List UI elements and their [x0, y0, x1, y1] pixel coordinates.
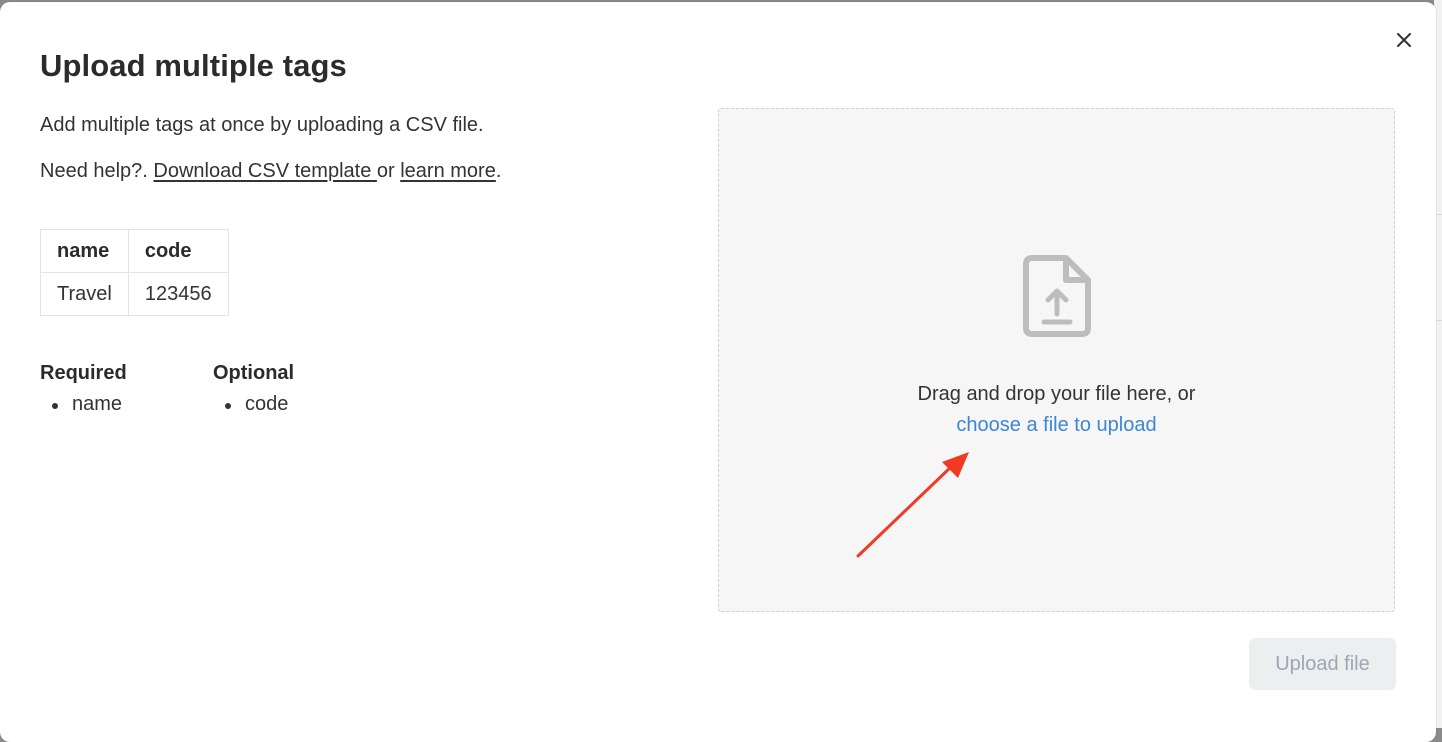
- list-item: code: [213, 393, 294, 416]
- file-dropzone[interactable]: Drag and drop your file here, or choose …: [718, 108, 1395, 612]
- upload-tags-modal: Upload multiple tags Add multiple tags a…: [0, 2, 1436, 742]
- table-header-row: name code: [40, 229, 229, 273]
- download-csv-template-link[interactable]: Download CSV template: [153, 160, 376, 182]
- upload-file-button[interactable]: Upload file: [1249, 638, 1396, 690]
- dropzone-text: Drag and drop your file here, or: [917, 383, 1196, 405]
- list-item: name: [40, 393, 127, 416]
- choose-file-link[interactable]: choose a file to upload: [719, 414, 1394, 437]
- optional-list: code: [213, 393, 294, 416]
- close-button[interactable]: [1392, 28, 1416, 52]
- help-separator: or: [376, 160, 401, 182]
- table-header-name: name: [40, 229, 129, 273]
- required-list: name: [40, 393, 127, 416]
- table-row: Travel 123456: [40, 272, 229, 316]
- required-fields: Required name: [40, 362, 127, 416]
- modal-title: Upload multiple tags: [40, 48, 347, 83]
- table-cell-code: 123456: [127, 272, 229, 316]
- help-text: Need help?. Download CSV template or lea…: [40, 160, 501, 183]
- help-prefix: Need help?.: [40, 160, 154, 182]
- required-heading: Required: [40, 362, 127, 384]
- modal-description: Add multiple tags at once by uploading a…: [40, 114, 484, 136]
- sample-csv-table: name code Travel 123456: [40, 229, 229, 316]
- table-cell-name: Travel: [40, 272, 129, 316]
- optional-heading: Optional: [213, 362, 295, 384]
- optional-fields: Optional code: [213, 362, 294, 416]
- learn-more-link[interactable]: learn more: [400, 160, 496, 182]
- help-suffix: .: [495, 160, 502, 182]
- table-header-code: code: [127, 229, 229, 273]
- file-upload-icon: [1023, 255, 1091, 337]
- close-icon: [1397, 33, 1411, 47]
